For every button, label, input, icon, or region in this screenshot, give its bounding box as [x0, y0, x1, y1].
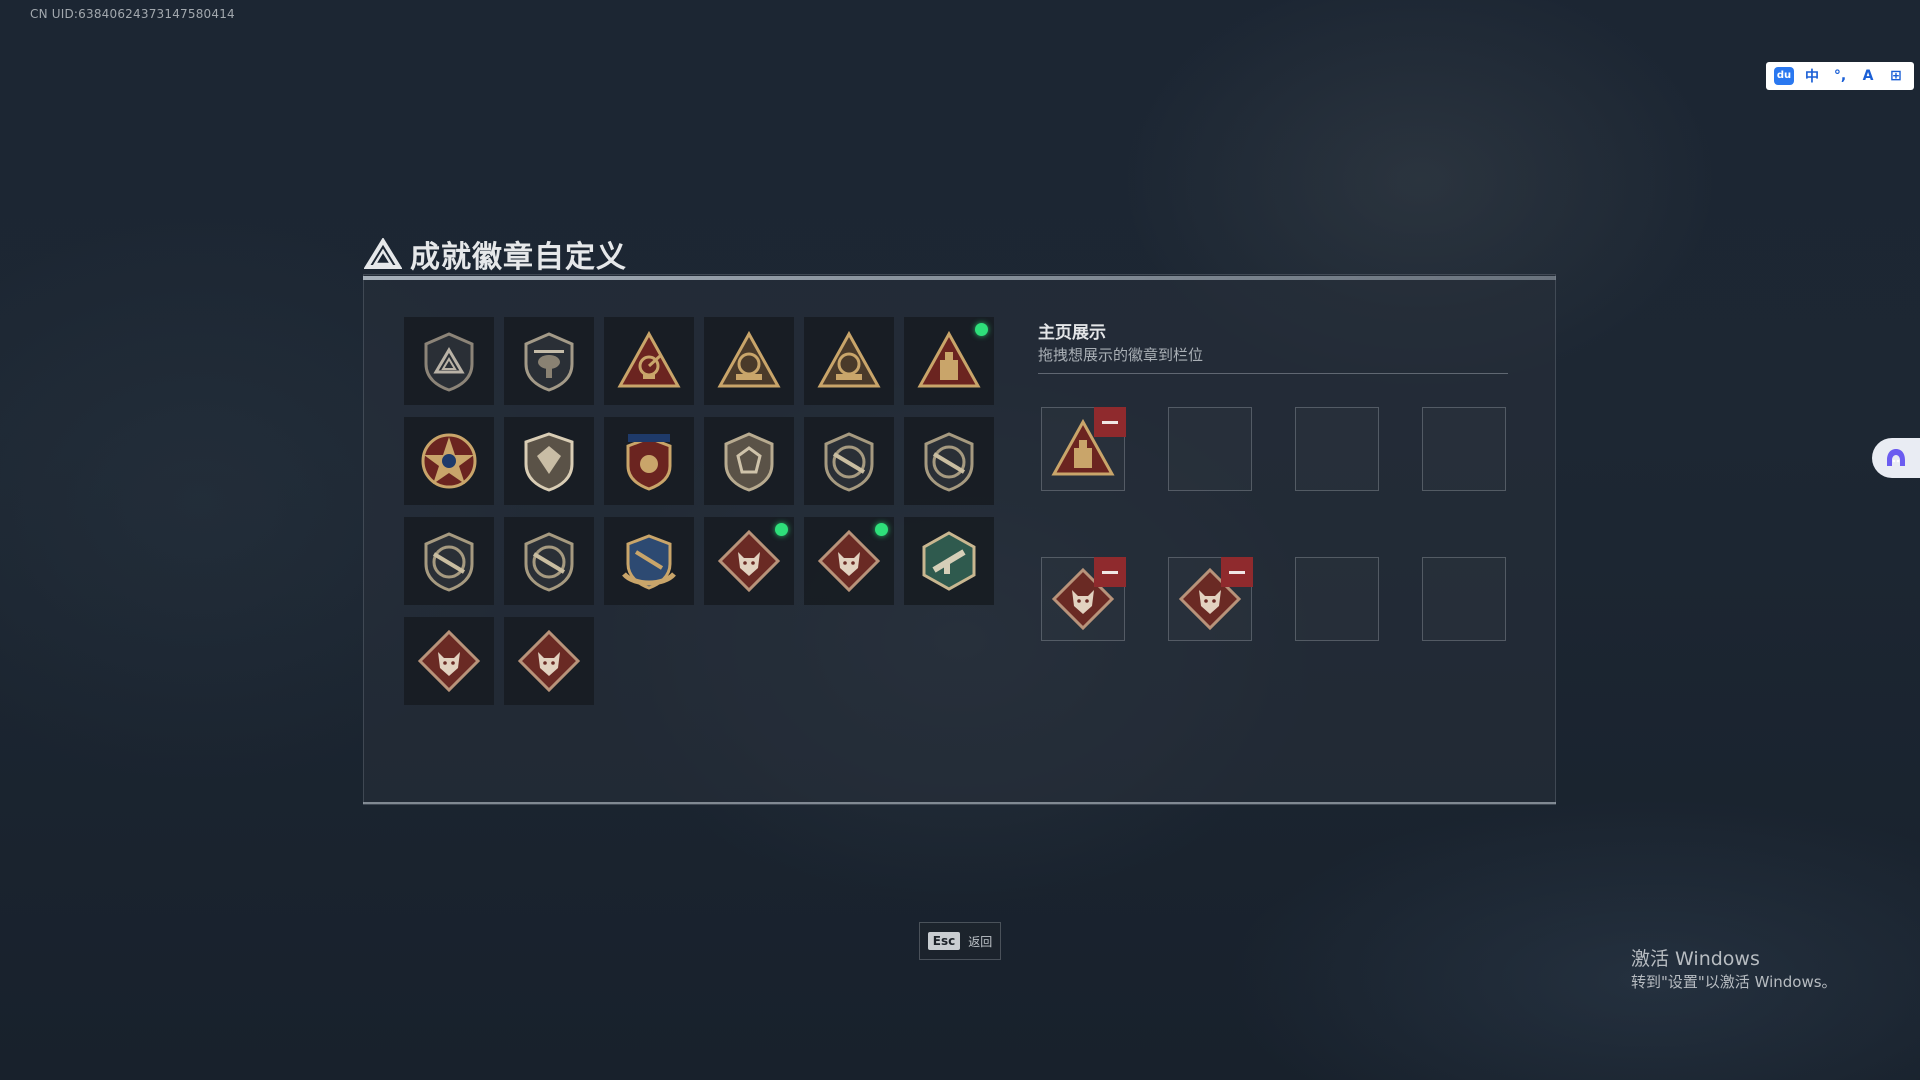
showcase-slot-7[interactable] [1295, 557, 1379, 641]
badge-slot-5[interactable] [804, 317, 894, 405]
panel-bottom-border [363, 802, 1556, 804]
windows-activation-title: 激活 Windows [1631, 948, 1760, 970]
showcase-slot-6[interactable] [1168, 557, 1253, 641]
badge-slot-15[interactable] [604, 517, 694, 605]
badge-inventory-grid [404, 317, 994, 705]
badge-slot-19[interactable] [404, 617, 494, 705]
panel-top-border [363, 276, 1556, 280]
showcase-slot-3[interactable] [1295, 407, 1379, 491]
minus-icon [1102, 420, 1118, 424]
badge-slot-18[interactable] [904, 517, 994, 605]
side-assistant-button[interactable] [1872, 438, 1920, 478]
badge-slot-3[interactable] [604, 317, 694, 405]
badge-slot-17[interactable] [804, 517, 894, 605]
badge-slot-16[interactable] [704, 517, 794, 605]
remove-badge-button[interactable] [1221, 557, 1253, 587]
hex-weapon-badge-icon [922, 531, 976, 591]
esc-key: Esc [927, 932, 961, 950]
new-indicator-dot [775, 523, 788, 536]
shield-crest-badge-icon [524, 432, 574, 492]
badge-slot-14[interactable] [504, 517, 594, 605]
uid-label: CN UID:63840624373147580414 [30, 7, 235, 21]
dragon-diamond-badge-icon [417, 629, 481, 693]
page-header: 成就徽章自定义 [364, 232, 627, 276]
new-indicator-dot [875, 523, 888, 536]
badge-slot-13[interactable] [404, 517, 494, 605]
remove-badge-button[interactable] [1094, 407, 1126, 437]
badge-slot-11[interactable] [804, 417, 894, 505]
showcase-subtitle: 拖拽想展示的徽章到栏位 [1038, 346, 1204, 364]
wolf-diamond-badge-icon [717, 529, 781, 593]
ime-punct-toggle[interactable]: °, [1830, 68, 1850, 84]
winged-gun-shield-badge-icon [622, 534, 676, 590]
badge-slot-20[interactable] [504, 617, 594, 705]
minus-icon [1229, 570, 1245, 574]
stars-shield-badge-icon [626, 434, 672, 491]
ime-toolbar[interactable]: du 中 °, A ⊞ [1766, 62, 1914, 90]
badge-slot-10[interactable] [704, 417, 794, 505]
ime-menu-icon[interactable]: ⊞ [1886, 68, 1906, 84]
badge-slot-2[interactable] [504, 317, 594, 405]
wolf-diamond-badge-icon [817, 529, 881, 593]
badge-slot-9[interactable] [604, 417, 694, 505]
minus-icon [1102, 570, 1118, 574]
badge-slot-4[interactable] [704, 317, 794, 405]
badge-slot-7[interactable] [404, 417, 494, 505]
back-button[interactable]: Esc 返回 [919, 922, 1001, 960]
new-indicator-dot [975, 323, 988, 336]
remove-badge-button[interactable] [1094, 557, 1126, 587]
triangle-logo-icon [364, 238, 402, 269]
showcase-slot-4[interactable] [1422, 407, 1506, 491]
shield-triangle-badge-icon [424, 332, 474, 392]
badge-slot-6[interactable] [904, 317, 994, 405]
rifle-shield-badge-icon [524, 532, 574, 592]
showcase-slot-8[interactable] [1422, 557, 1506, 641]
helicopter-shield-badge-icon [524, 332, 574, 392]
rifle-shield-badge-icon [924, 432, 974, 492]
showcase-slot-2[interactable] [1168, 407, 1252, 491]
ime-assistant-icon[interactable]: A [1858, 68, 1878, 84]
star-medal-badge-icon [421, 433, 477, 489]
assistant-icon [1887, 449, 1905, 466]
page-title: 成就徽章自定义 [410, 240, 627, 275]
showcase-title: 主页展示 [1038, 323, 1106, 343]
ime-logo-icon[interactable]: du [1774, 67, 1794, 85]
showcase-slot-1[interactable] [1041, 407, 1126, 491]
ime-mode-toggle[interactable]: 中 [1802, 66, 1822, 86]
rifle-shield-badge-icon [424, 532, 474, 592]
badge-slot-12[interactable] [904, 417, 994, 505]
back-label: 返回 [968, 934, 993, 949]
triangle-s5-badge-icon [817, 330, 881, 388]
badge-slot-1[interactable] [404, 317, 494, 405]
showcase-divider [1038, 373, 1508, 374]
triangle-s4-badge-icon [717, 330, 781, 388]
windows-activation-subtitle: 转到"设置"以激活 Windows。 [1631, 973, 1837, 991]
triangle-satellite-badge-icon [617, 330, 681, 388]
runner-diamond-badge-icon [517, 629, 581, 693]
rifle-shield-badge-icon [824, 432, 874, 492]
showcase-slot-5[interactable] [1041, 557, 1126, 641]
gem-shield-badge-icon [724, 432, 774, 492]
badge-slot-8[interactable] [504, 417, 594, 505]
triangle-vault-badge-icon [917, 330, 981, 388]
